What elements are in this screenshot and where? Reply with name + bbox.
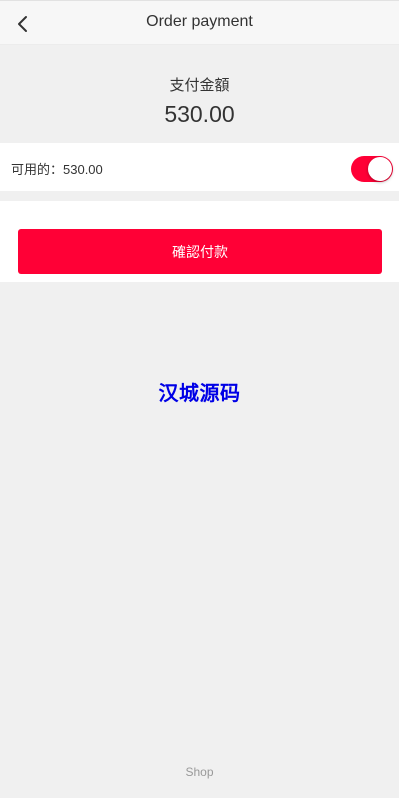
confirm-payment-button[interactable]: 確認付款 [18,229,382,274]
footer-label: Shop [185,765,214,779]
available-balance-text: 可用的：530.00 [11,162,103,177]
use-balance-toggle[interactable] [351,156,393,182]
page-title: Order payment [146,13,253,30]
order-payment-page: Order payment 支付金額 530.00 可用的：530.00 確認付… [0,0,399,798]
amount-label: 支付金額 [169,77,230,94]
amount-value: 530.00 [164,101,235,127]
header-bar: Order payment [0,0,399,45]
balance-row: 可用的：530.00 [0,143,399,191]
toggle-knob [368,157,392,181]
button-section: 確認付款 [0,201,399,282]
amount-section: 支付金額 530.00 [0,45,399,143]
watermark-text: 汉城源码 [158,381,241,405]
